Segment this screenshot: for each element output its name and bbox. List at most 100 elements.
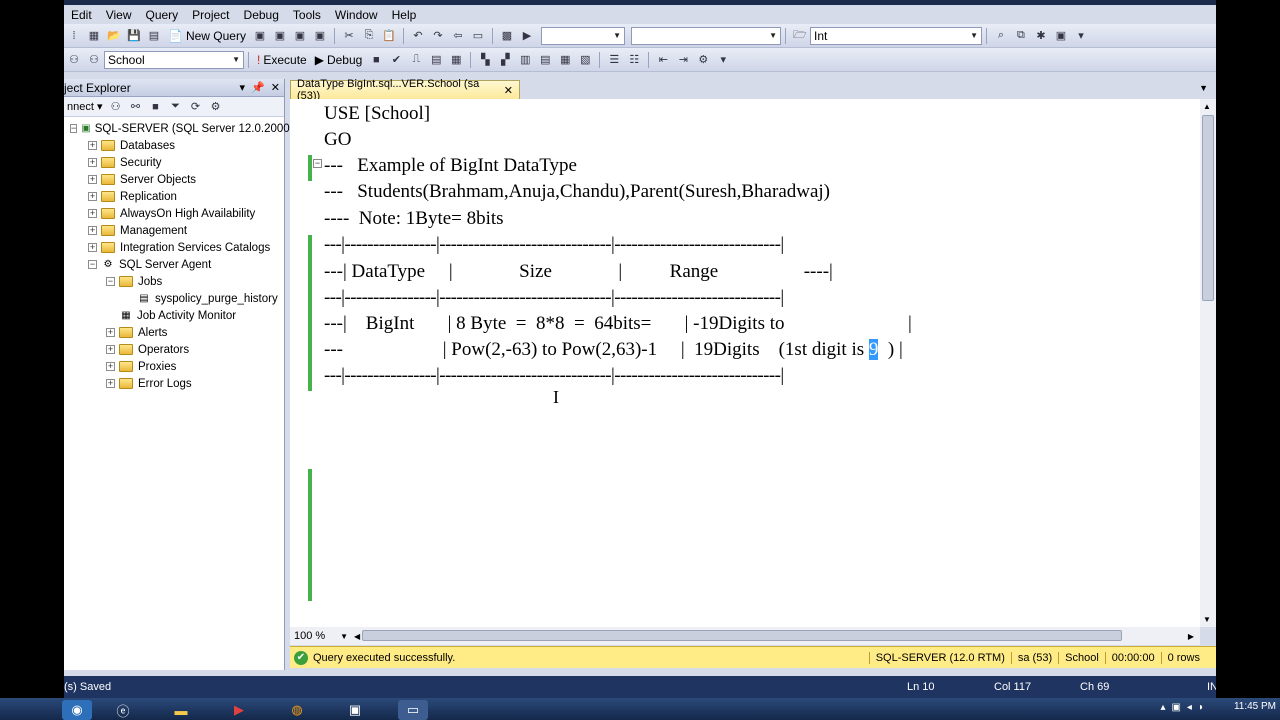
firefox-icon[interactable]: ◍ xyxy=(282,700,312,720)
expand-icon[interactable]: + xyxy=(88,141,97,150)
uncomment-icon[interactable]: ☷ xyxy=(625,51,643,69)
solution-config-select[interactable]: ▼ xyxy=(540,26,625,45)
toolbar-options-icon[interactable]: ▾ xyxy=(1072,27,1090,45)
tree-node[interactable]: + Replication xyxy=(64,188,284,205)
navigate-icon[interactable]: ▭ xyxy=(469,27,487,45)
menu-window[interactable]: Window xyxy=(328,8,385,22)
tree-node[interactable]: + Server Objects xyxy=(64,171,284,188)
tree-node[interactable]: + AlwaysOn High Availability xyxy=(64,205,284,222)
expand-icon[interactable]: + xyxy=(106,345,115,354)
save-all-icon[interactable]: ▤ xyxy=(145,27,163,45)
specify-values-icon[interactable]: ⚙ xyxy=(694,51,712,69)
expand-icon[interactable]: + xyxy=(88,158,97,167)
query-dmx-icon[interactable]: ▣ xyxy=(291,27,309,45)
cut-icon[interactable]: ✂ xyxy=(340,27,358,45)
tree-node[interactable]: + Management xyxy=(64,222,284,239)
filter-icon[interactable]: ⏷ xyxy=(167,98,185,116)
system-tray-icons[interactable]: ▴▣◂◗ xyxy=(1160,702,1210,713)
connect-server-icon[interactable]: ⚇ xyxy=(107,98,125,116)
scroll-left-icon[interactable]: ◀ xyxy=(354,632,360,641)
expand-icon[interactable]: + xyxy=(88,226,97,235)
include-plan-icon[interactable]: ▞ xyxy=(496,51,514,69)
stop-icon[interactable]: ■ xyxy=(367,51,385,69)
tree-node[interactable]: + Integration Services Catalogs xyxy=(64,239,284,256)
expand-icon[interactable]: + xyxy=(88,175,97,184)
tree-node[interactable]: + Operators xyxy=(64,341,284,358)
refresh-icon[interactable]: ⟳ xyxy=(187,98,205,116)
replace-icon[interactable]: ⧉ xyxy=(1012,27,1030,45)
change-connection-icon[interactable]: ⚇ xyxy=(85,51,103,69)
display-plan-icon[interactable]: ⎍ xyxy=(407,51,425,69)
activity-icon[interactable]: ⚙ xyxy=(207,98,225,116)
close-icon[interactable]: ✕ xyxy=(271,81,280,94)
window-icon[interactable]: ▣ xyxy=(1052,27,1070,45)
navigate-back-icon[interactable]: ⇦ xyxy=(449,27,467,45)
menu-view[interactable]: View xyxy=(99,8,139,22)
expand-icon[interactable]: + xyxy=(88,243,97,252)
undo-icon[interactable]: ↶ xyxy=(409,27,427,45)
query-mdx-icon[interactable]: ▣ xyxy=(271,27,289,45)
vertical-scrollbar[interactable]: ▲ ▼ xyxy=(1200,99,1216,627)
connect-button[interactable]: nnect ▾ xyxy=(64,100,106,113)
file-explorer-icon[interactable]: ▬ xyxy=(166,700,196,720)
chevron-down-icon[interactable]: ▼ xyxy=(1199,83,1208,93)
find-icon[interactable]: ⌕ xyxy=(992,27,1010,45)
expand-icon[interactable]: + xyxy=(88,209,97,218)
zoom-select[interactable]: 100 % ▼ xyxy=(290,628,352,644)
tree-node[interactable]: − ⚙ SQL Server Agent xyxy=(64,256,284,273)
collapse-icon[interactable]: − xyxy=(88,260,97,269)
comment-icon[interactable]: ☰ xyxy=(605,51,623,69)
collapse-icon[interactable]: − xyxy=(106,277,115,286)
internet-explorer-icon[interactable]: ⓔ xyxy=(108,700,138,720)
find-combo[interactable]: Int ▼ xyxy=(809,26,982,45)
parse-icon[interactable]: ✔ xyxy=(387,51,405,69)
expand-icon[interactable]: + xyxy=(106,379,115,388)
query-db-icon[interactable]: ▣ xyxy=(251,27,269,45)
tree-node[interactable]: + Proxies xyxy=(64,358,284,375)
menu-debug[interactable]: Debug xyxy=(237,8,286,22)
new-project-icon[interactable]: ▦ xyxy=(85,27,103,45)
stop-icon[interactable]: ■ xyxy=(147,98,165,116)
expand-icon[interactable]: + xyxy=(106,362,115,371)
scroll-right-icon[interactable]: ▶ xyxy=(1188,632,1194,641)
menu-project[interactable]: Project xyxy=(185,8,236,22)
menu-tools[interactable]: Tools xyxy=(286,8,328,22)
collapse-icon[interactable]: − xyxy=(70,124,78,133)
solution-platform-select[interactable]: ▼ xyxy=(630,26,781,45)
ssms-taskbar-icon[interactable]: ▣ xyxy=(340,700,370,720)
decrease-indent-icon[interactable]: ⇤ xyxy=(654,51,672,69)
horizontal-scroll-thumb[interactable] xyxy=(362,630,1122,641)
results-icon[interactable]: ▦ xyxy=(447,51,465,69)
pin-icon[interactable]: 📌 xyxy=(251,81,265,94)
vertical-scroll-thumb[interactable] xyxy=(1202,115,1214,301)
find-in-files-icon[interactable]: 🗁 xyxy=(791,27,809,45)
redo-icon[interactable]: ↷ xyxy=(429,27,447,45)
connect-icon[interactable]: ⚇ xyxy=(65,51,83,69)
activity-monitor-icon[interactable]: ▩ xyxy=(498,27,516,45)
menu-edit[interactable]: Edit xyxy=(64,8,99,22)
media-player-icon[interactable]: ▶ xyxy=(224,700,254,720)
server-node[interactable]: − ▣ SQL-SERVER (SQL Server 12.0.2000 - s… xyxy=(64,120,316,137)
tree-node[interactable]: ▤ syspolicy_purge_history xyxy=(64,290,284,307)
toolbar-options-icon[interactable]: ▾ xyxy=(714,51,732,69)
open-file-icon[interactable]: 📂 xyxy=(105,27,123,45)
query-editor[interactable]: − USE [School] GO --- Example of BigInt … xyxy=(290,99,1200,627)
play-icon[interactable]: ▶ xyxy=(518,27,536,45)
menu-query[interactable]: Query xyxy=(138,8,185,22)
increase-indent-icon[interactable]: ⇥ xyxy=(674,51,692,69)
collapse-region-icon[interactable]: − xyxy=(313,159,322,168)
tree-node[interactable]: + Security xyxy=(64,154,284,171)
close-icon[interactable]: ✕ xyxy=(504,84,513,97)
execute-button[interactable]: ! Execute xyxy=(253,53,311,67)
debug-button[interactable]: ▶ Debug xyxy=(311,53,367,67)
query-xmla-icon[interactable]: ▣ xyxy=(311,27,329,45)
tree-node[interactable]: ▦ Job Activity Monitor xyxy=(64,307,284,324)
document-tab[interactable]: DataType BigInt.sql...VER.School (sa (53… xyxy=(290,78,520,102)
expand-icon[interactable]: + xyxy=(106,328,115,337)
copy-icon[interactable]: ⎘ xyxy=(360,27,378,45)
window-taskbar-icon[interactable]: ▭ xyxy=(398,700,428,720)
expand-icon[interactable]: + xyxy=(88,192,97,201)
tree-node[interactable]: + Databases xyxy=(64,137,284,154)
results-text-icon[interactable]: ▤ xyxy=(536,51,554,69)
intellisense-icon[interactable]: ▚ xyxy=(476,51,494,69)
